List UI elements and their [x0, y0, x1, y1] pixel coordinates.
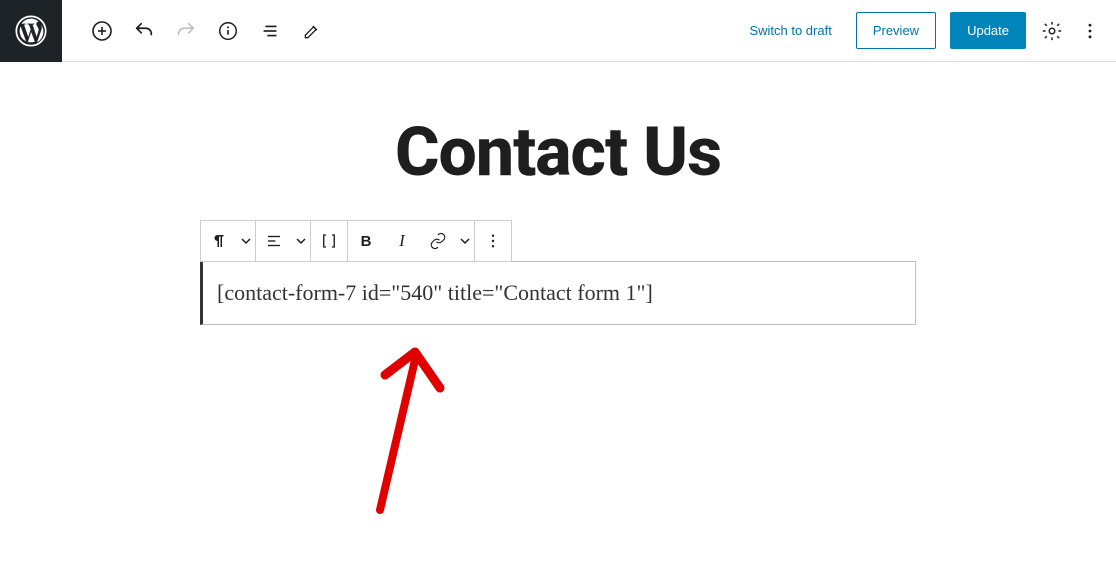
editor-canvas: Contact Us [0, 62, 1116, 325]
undo-button[interactable] [132, 19, 156, 43]
link-icon [429, 232, 447, 250]
shortcode-block[interactable]: [contact-form-7 id="540" title="Contact … [200, 261, 916, 325]
plus-circle-icon [90, 19, 114, 43]
switch-to-draft-button[interactable]: Switch to draft [739, 15, 841, 46]
italic-button[interactable]: I [384, 221, 420, 261]
shortcode-button[interactable] [311, 221, 347, 261]
gear-icon [1041, 20, 1063, 42]
chevron-down-icon [296, 236, 306, 246]
annotation-arrow [330, 340, 470, 520]
pencil-icon [302, 21, 322, 41]
update-button[interactable]: Update [950, 12, 1026, 49]
preview-button[interactable]: Preview [856, 12, 936, 49]
options-button[interactable] [1078, 19, 1102, 43]
block-type-dropdown[interactable] [237, 221, 255, 261]
chevron-down-icon [241, 236, 251, 246]
more-vertical-icon [484, 232, 502, 250]
page-title[interactable]: Contact Us [395, 112, 721, 192]
wordpress-icon [15, 15, 47, 47]
list-icon [259, 20, 281, 42]
align-button[interactable] [256, 221, 292, 261]
toolbar-right: Switch to draft Preview Update [739, 12, 1116, 49]
block-toolbar: B I [200, 220, 512, 262]
undo-icon [133, 20, 155, 42]
wordpress-logo[interactable] [0, 0, 62, 62]
brackets-icon [320, 232, 338, 250]
block-options-button[interactable] [475, 221, 511, 261]
chevron-down-icon [460, 236, 470, 246]
link-button[interactable] [420, 221, 456, 261]
edit-button[interactable] [300, 19, 324, 43]
paragraph-icon [210, 232, 228, 250]
details-button[interactable] [216, 19, 240, 43]
outline-button[interactable] [258, 19, 282, 43]
align-dropdown[interactable] [292, 221, 310, 261]
more-vertical-icon [1080, 21, 1100, 41]
redo-button[interactable] [174, 19, 198, 43]
redo-icon [175, 20, 197, 42]
toolbar-left [62, 19, 324, 43]
add-block-button[interactable] [90, 19, 114, 43]
info-icon [217, 20, 239, 42]
bold-button[interactable]: B [348, 221, 384, 261]
align-left-icon [265, 232, 283, 250]
block-type-button[interactable] [201, 221, 237, 261]
block-area: B I [contact-form-7 id="540" title="Cont… [200, 220, 916, 325]
settings-button[interactable] [1040, 19, 1064, 43]
format-dropdown[interactable] [456, 221, 474, 261]
editor-topbar: Switch to draft Preview Update [0, 0, 1116, 62]
